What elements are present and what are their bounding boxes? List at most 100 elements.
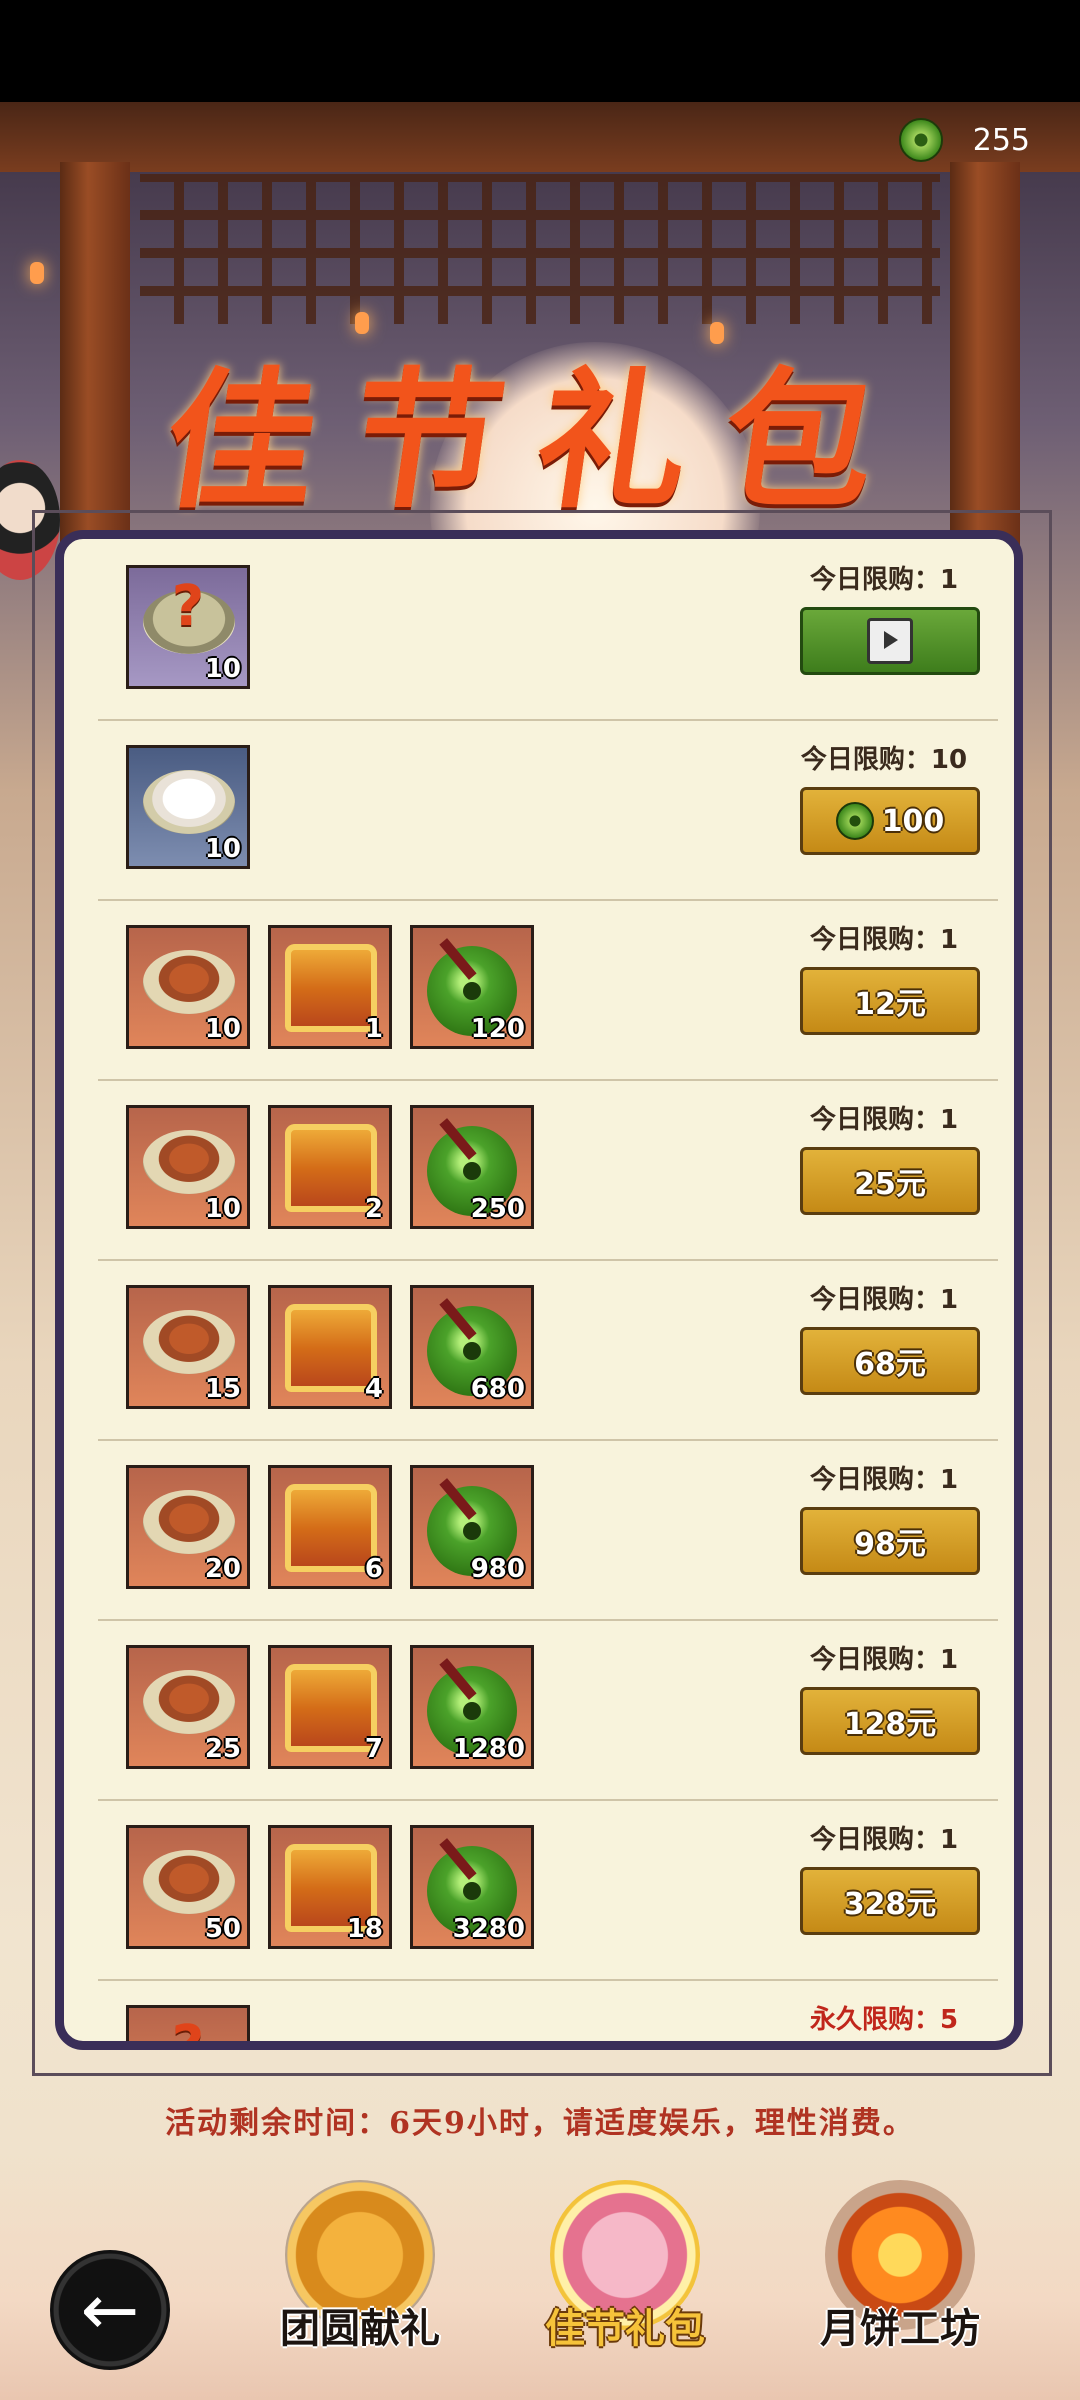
purchase-limit: 今日限购：10 (800, 745, 968, 775)
pack-row: ? 永久限购：5 (98, 1979, 998, 2050)
back-arrow-icon: ← (80, 2269, 140, 2351)
food-plate-icon (143, 950, 235, 1014)
item-quantity: 7 (364, 1734, 383, 1764)
item-quantity: 25 (204, 1734, 241, 1764)
pack-row: 25 7 1280 今日限购：1 128元 (98, 1619, 998, 1801)
food-plate-icon (143, 1130, 235, 1194)
page-title: 佳节礼包 (153, 353, 923, 529)
pack-item[interactable]: 2 (268, 1105, 392, 1229)
pack-item[interactable]: 50 (126, 1825, 250, 1949)
pack-item[interactable]: 4 (268, 1285, 392, 1409)
question-mark-icon: ? (171, 574, 205, 639)
item-quantity: 18 (346, 1914, 383, 1944)
purchase-limit: 今日限购：1 (809, 1645, 959, 1675)
back-button[interactable]: ← (50, 2250, 170, 2370)
watch-video-button[interactable] (800, 607, 980, 675)
pack-item[interactable]: 10 (126, 745, 250, 869)
pack-item[interactable]: 3280 (410, 1825, 534, 1949)
jade-coin-icon (898, 118, 943, 162)
item-quantity: 250 (470, 1194, 525, 1224)
item-quantity: 680 (470, 1374, 525, 1404)
pack-item[interactable]: 980 (410, 1465, 534, 1589)
treasure-chest-icon (285, 1484, 377, 1572)
treasure-chest-icon (285, 1124, 377, 1212)
item-quantity: 10 (204, 654, 241, 684)
buy-button[interactable]: 328元 (800, 1867, 980, 1935)
tab-label: 佳节礼包 (545, 2305, 705, 2352)
pack-item[interactable]: 680 (410, 1285, 534, 1409)
pack-item[interactable]: 1280 (410, 1645, 534, 1769)
food-plate-icon (143, 1490, 235, 1554)
item-quantity: 120 (470, 1014, 525, 1044)
purchase-limit: 今日限购：1 (809, 1105, 959, 1135)
pack-item[interactable]: 120 (410, 925, 534, 1049)
item-quantity: 3280 (452, 1914, 525, 1944)
button-label: 100 (881, 803, 945, 839)
pack-row: 10 今日限购：10 100 (98, 719, 998, 901)
pack-item[interactable]: 18 (268, 1825, 392, 1949)
tab-label: 月饼工坊 (820, 2305, 980, 2352)
purchase-limit: 今日限购：1 (809, 1285, 959, 1315)
treasure-chest-icon (285, 1304, 377, 1392)
item-quantity: 50 (204, 1914, 241, 1944)
video-ad-icon (867, 618, 913, 664)
status-bar (0, 0, 1080, 102)
pack-row: ? 10 今日限购：1 (98, 539, 998, 721)
buy-button[interactable]: 12元 (800, 967, 980, 1035)
buy-button[interactable]: 68元 (800, 1327, 980, 1395)
buy-button[interactable]: 98元 (800, 1507, 980, 1575)
purchase-limit: 永久限购：5 (809, 2005, 959, 2035)
item-quantity: 10 (204, 1014, 241, 1044)
item-quantity: 15 (204, 1374, 241, 1404)
item-quantity: 4 (364, 1374, 383, 1404)
treasure-chest-icon (285, 1664, 377, 1752)
pack-row: 20 6 980 今日限购：1 98元 (98, 1439, 998, 1621)
pack-item[interactable]: 20 (126, 1465, 250, 1589)
lantern (30, 262, 44, 284)
food-plate-icon (143, 1850, 235, 1914)
pack-row: 50 18 3280 今日限购：1 328元 (98, 1799, 998, 1981)
item-quantity: 20 (204, 1554, 241, 1584)
treasure-chest-icon (285, 944, 377, 1032)
pack-item[interactable]: 250 (410, 1105, 534, 1229)
purchase-limit: 今日限购：1 (809, 925, 959, 955)
tab-reunion-gift[interactable]: 团圆献礼 (250, 2180, 470, 2380)
pack-row: 10 1 120 今日限购：1 12元 (98, 899, 998, 1081)
pack-item[interactable]: 25 (126, 1645, 250, 1769)
pack-row: 10 2 250 今日限购：1 25元 (98, 1079, 998, 1261)
question-mark-icon: ? (171, 2014, 205, 2050)
event-notice: 活动剩余时间：6天9小时，请适度娱乐，理性消费。 (165, 2106, 915, 2141)
pack-item[interactable]: ? (126, 2005, 250, 2050)
purchase-limit: 今日限购：1 (809, 565, 959, 595)
pack-item[interactable]: 1 (268, 925, 392, 1049)
buy-button[interactable]: 128元 (800, 1687, 980, 1755)
item-quantity: 2 (364, 1194, 383, 1224)
food-plate-icon (143, 1670, 235, 1734)
pack-item[interactable]: 10 (126, 925, 250, 1049)
item-quantity: 980 (470, 1554, 525, 1584)
item-quantity: 10 (204, 1194, 241, 1224)
tab-label: 团圆献礼 (280, 2305, 440, 2352)
pack-item[interactable]: 15 (126, 1285, 250, 1409)
tab-festival-pack[interactable]: 佳节礼包 (515, 2180, 735, 2380)
jade-coin-icon (835, 802, 874, 840)
buy-button[interactable]: 25元 (800, 1147, 980, 1215)
purchase-limit: 今日限购：1 (809, 1825, 959, 1855)
rice-plate-icon (143, 770, 235, 834)
tab-mooncake-workshop[interactable]: 月饼工坊 (790, 2180, 1010, 2380)
item-quantity: 6 (364, 1554, 383, 1584)
pack-row: 15 4 680 今日限购：1 68元 (98, 1259, 998, 1441)
pack-item[interactable]: 7 (268, 1645, 392, 1769)
window-lattice (140, 174, 940, 324)
pack-item[interactable]: ? 10 (126, 565, 250, 689)
item-quantity: 10 (204, 834, 241, 864)
currency-value: 255 (972, 122, 1030, 158)
currency-display: 255 (898, 118, 1030, 162)
gift-pack-list[interactable]: ? 10 今日限购：1 10 今日限购：10 100 10 1 120 今日限购… (55, 530, 1023, 2050)
pack-item[interactable]: 6 (268, 1465, 392, 1589)
purchase-limit: 今日限购：1 (809, 1465, 959, 1495)
pack-item[interactable]: 10 (126, 1105, 250, 1229)
item-quantity: 1280 (452, 1734, 525, 1764)
buy-with-jade-button[interactable]: 100 (800, 787, 980, 855)
food-plate-icon (143, 1310, 235, 1374)
